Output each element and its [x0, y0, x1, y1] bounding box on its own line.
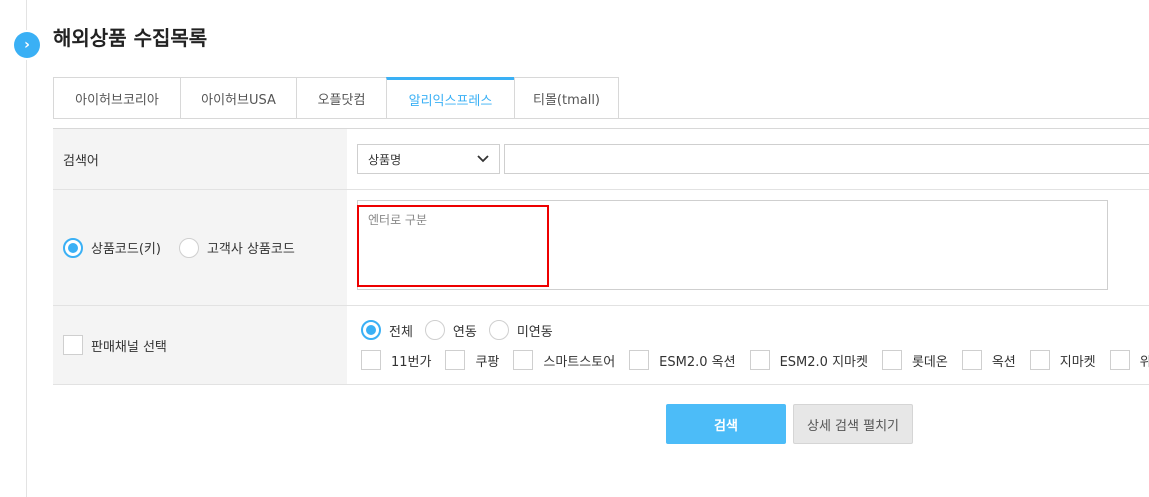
channel-list: 11번가 쿠팡 스마트스토어 ESM2.0 옥션 ESM2.0 지마켓 롯데온 … — [361, 350, 1149, 370]
channel-lotteon[interactable]: 롯데온 — [881, 350, 948, 370]
radio-channel-linked[interactable]: 연동 — [424, 320, 477, 340]
checkbox-icon — [361, 350, 381, 370]
search-button[interactable]: 검색 — [666, 404, 786, 444]
tab-aliexpress[interactable]: 알리익스프레스 — [386, 77, 514, 119]
radio-channel-linked-label: 연동 — [452, 324, 477, 340]
tab-bar: 아이허브코리아 아이허브USA 오플닷컴 알리익스프레스 티몰(tmall) — [53, 77, 619, 119]
product-code-textarea[interactable]: 엔터로 구분 — [357, 200, 1108, 290]
left-rail — [0, 0, 27, 497]
page-title: 해외상품 수집목록 — [53, 26, 208, 50]
channel-label: ESM2.0 지마켓 — [779, 354, 868, 370]
search-field-select-value: 상품명 — [368, 152, 402, 167]
tab-tmall[interactable]: 티몰(tmall) — [514, 77, 619, 119]
channel-filter-group: 전체 연동 미연동 — [361, 320, 565, 340]
detail-search-toggle-button[interactable]: 상세 검색 펼치기 — [793, 404, 913, 444]
search-form: 검색어 상품명 상품코드(키) 고객사 상품코드 엔터로 구분 판매채널 선택 … — [53, 128, 1149, 385]
radio-channel-unlinked-label: 미연동 — [516, 324, 553, 340]
sidebar-toggle-button[interactable]: › — [14, 32, 40, 58]
chevron-down-icon — [477, 150, 489, 172]
tab-iherb-korea[interactable]: 아이허브코리아 — [53, 77, 180, 119]
channel-label: ESM2.0 옥션 — [659, 354, 736, 370]
checkbox-icon — [1109, 350, 1130, 370]
channel-label: 위 — [1139, 354, 1149, 370]
code-row: 상품코드(키) 고객사 상품코드 엔터로 구분 — [53, 190, 1149, 306]
radio-channel-all[interactable]: 전체 — [361, 320, 413, 340]
tab-underline — [53, 118, 1149, 119]
checkbox-icon — [513, 350, 534, 370]
radio-channel-unlinked[interactable]: 미연동 — [488, 320, 553, 340]
tab-oplcom[interactable]: 오플닷컴 — [296, 77, 386, 119]
channel-label: 11번가 — [391, 354, 432, 370]
channel-select-checkbox[interactable] — [63, 335, 83, 355]
radio-customer-code-label: 고객사 상품코드 — [206, 242, 295, 257]
checkbox-icon — [445, 350, 466, 370]
radio-unselected-icon — [488, 320, 509, 340]
channel-label: 옥션 — [991, 354, 1016, 370]
radio-product-code[interactable]: 상품코드(키) — [63, 237, 161, 258]
channel-coupang[interactable]: 쿠팡 — [445, 350, 499, 370]
channel-esm-gmarket[interactable]: ESM2.0 지마켓 — [749, 350, 868, 370]
keyword-label: 검색어 — [53, 129, 347, 189]
channel-row: 판매채널 선택 전체 연동 미연동 11번가 쿠팡 스마트스토어 ESM2.0 … — [53, 306, 1149, 385]
channel-smartstore[interactable]: 스마트스토어 — [513, 350, 615, 370]
radio-selected-icon — [63, 237, 83, 258]
keyword-row: 검색어 상품명 — [53, 129, 1149, 190]
radio-product-code-label: 상품코드(키) — [91, 242, 161, 257]
checkbox-icon — [749, 350, 770, 370]
channel-label: 스마트스토어 — [543, 354, 616, 370]
channel-select-label: 판매채널 선택 — [91, 339, 167, 355]
channel-auction[interactable]: 옥션 — [961, 350, 1016, 370]
radio-channel-all-label: 전체 — [389, 324, 413, 340]
checkbox-icon — [881, 350, 902, 370]
keyword-input[interactable] — [504, 144, 1149, 174]
chevron-right-icon: › — [24, 37, 30, 53]
search-field-select[interactable]: 상품명 — [357, 144, 500, 174]
radio-unselected-icon — [424, 320, 445, 340]
channel-gmarket[interactable]: 지마켓 — [1029, 350, 1096, 370]
radio-customer-code[interactable]: 고객사 상품코드 — [178, 237, 295, 258]
channel-label: 지마켓 — [1059, 354, 1096, 370]
checkbox-icon — [1029, 350, 1050, 370]
radio-selected-icon — [361, 320, 381, 340]
channel-label: 쿠팡 — [475, 354, 500, 370]
tab-iherb-usa[interactable]: 아이허브USA — [180, 77, 296, 119]
checkbox-icon — [961, 350, 982, 370]
radio-unselected-icon — [178, 237, 199, 258]
channel-wemakeprice[interactable]: 위 — [1109, 350, 1149, 370]
checkbox-icon — [629, 350, 650, 370]
channel-esm-auction[interactable]: ESM2.0 옥션 — [629, 350, 736, 370]
channel-11st[interactable]: 11번가 — [361, 350, 431, 370]
channel-label: 롯데온 — [911, 354, 948, 370]
